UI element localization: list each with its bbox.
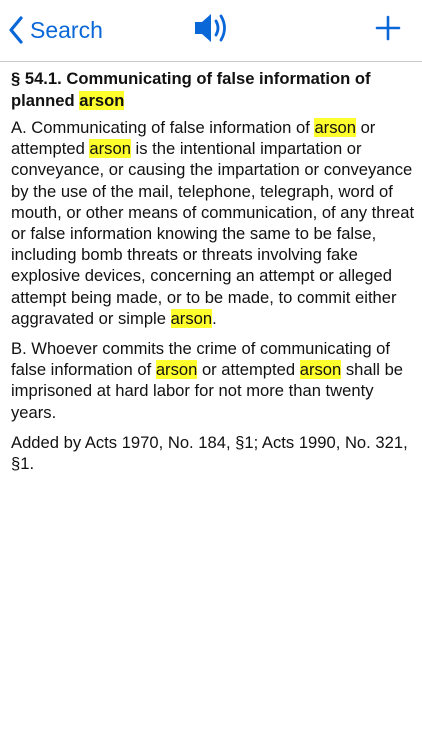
navigation-bar: Search [0,0,422,62]
search-highlight: arson [314,118,356,137]
history-note: Added by Acts 1970, No. 184, §1; Acts 19… [11,432,408,474]
plus-icon [375,15,401,46]
chevron-left-icon [8,16,24,44]
search-highlight: arson [299,360,342,380]
statute-content: § 54.1. Communicating of false informati… [11,68,416,483]
back-button[interactable]: Search [8,8,103,52]
speaker-button[interactable] [190,10,234,50]
paragraph-b: B. Whoever commits the crime of communic… [11,338,416,423]
paragraph-a: A. Communicating of false information of… [11,117,416,329]
add-button[interactable] [368,10,408,50]
search-highlight: arson [170,308,213,328]
paragraph-text: . [212,308,217,328]
paragraph-text: is the intentional impartation or convey… [11,139,415,328]
statute-title: § 54.1. Communicating of false informati… [11,68,416,111]
search-highlight: arson [155,360,198,380]
back-button-label: Search [30,16,103,43]
speaker-icon [192,10,232,51]
search-highlight: arson [79,90,125,110]
search-highlight: arson [89,139,131,159]
paragraph-text: or attempted [197,360,300,380]
paragraph-text: A. Communicating of false information of [11,118,315,137]
title-text: § 54.1. Communicating of false informati… [11,69,371,110]
